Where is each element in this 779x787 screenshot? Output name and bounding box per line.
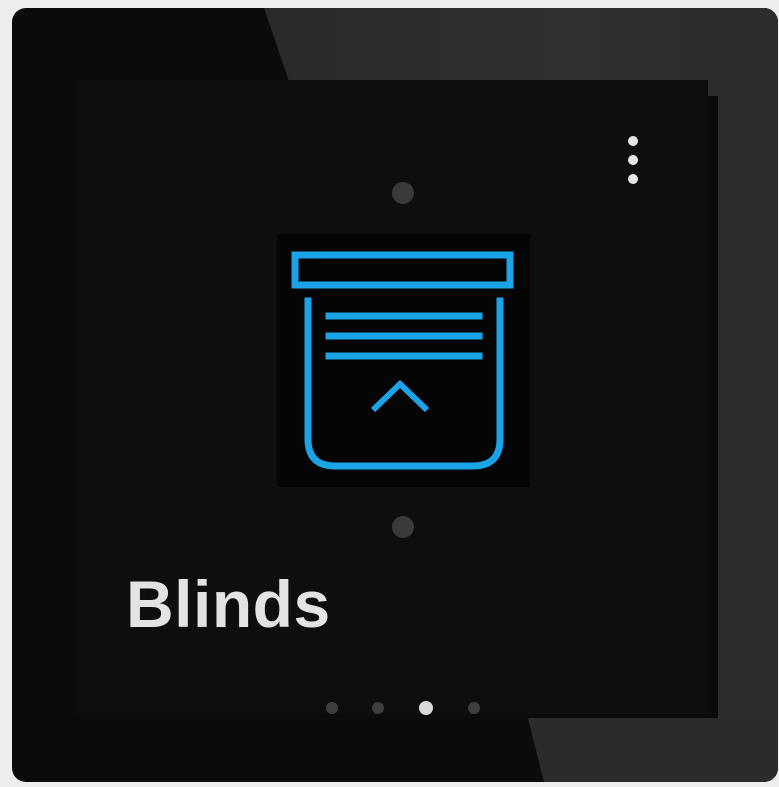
dot-down-icon[interactable] (392, 516, 414, 538)
panel-bevel-bottom (528, 718, 778, 782)
menu-dot (628, 155, 638, 165)
dot-up-icon[interactable] (392, 182, 414, 204)
page-indicator (320, 696, 490, 720)
page-dot-4[interactable] (468, 702, 480, 714)
page-dot-3-active[interactable] (419, 701, 433, 715)
more-vertical-icon[interactable] (621, 132, 645, 192)
page-dot-1[interactable] (326, 702, 338, 714)
roller-blind-icon (291, 251, 514, 470)
page-dot-2[interactable] (372, 702, 384, 714)
panel-bevel-right (718, 8, 778, 782)
tile-title: Blinds (126, 567, 331, 641)
menu-dot (628, 174, 638, 184)
blinds-control-button[interactable] (277, 234, 530, 487)
menu-dot (628, 136, 638, 146)
